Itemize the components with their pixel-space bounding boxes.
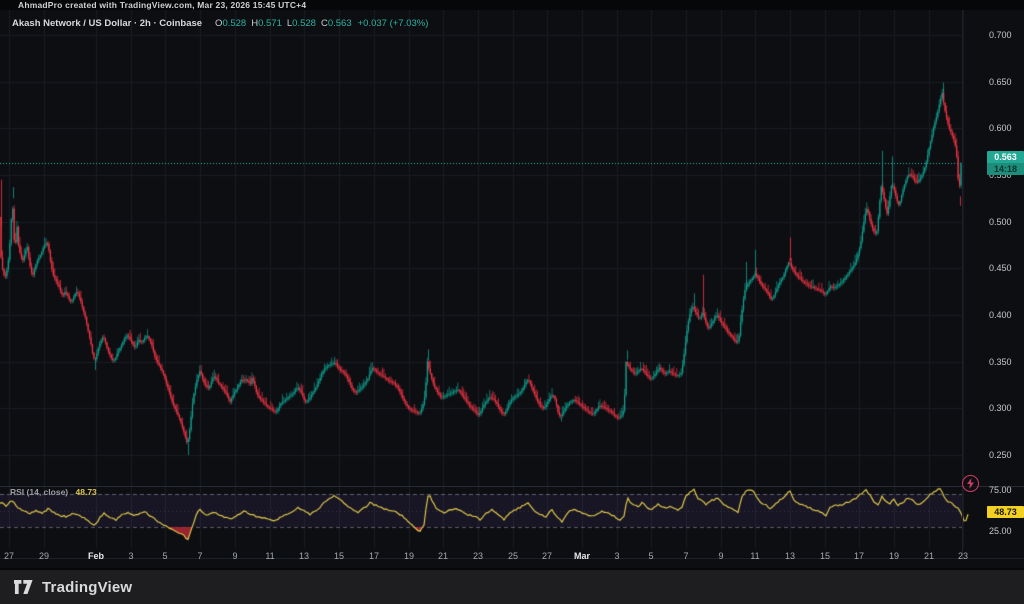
time-axis-label: 11: [740, 551, 770, 561]
chart-canvas[interactable]: [0, 10, 1024, 568]
rsi-current-value: 48.73: [76, 487, 97, 497]
chart-area[interactable]: Akash Network / US Dollar · 2h · Coinbas…: [0, 10, 1024, 568]
rsi-legend: RSI (14, close) 48.73: [10, 487, 97, 497]
price-axis-border: [962, 10, 963, 558]
price-axis-label: 0.400: [989, 310, 1012, 320]
time-axis-label: Feb: [81, 551, 111, 561]
time-axis-label: 15: [810, 551, 840, 561]
time-axis-label: 5: [150, 551, 180, 561]
lightning-icon: [966, 478, 975, 489]
time-axis-label: 9: [220, 551, 250, 561]
time-axis-label: 17: [844, 551, 874, 561]
pane-separator[interactable]: [0, 486, 1024, 487]
current-price-value: 0.563: [987, 151, 1024, 163]
price-axis-label: 0.600: [989, 123, 1012, 133]
time-axis-label: 25: [498, 551, 528, 561]
time-axis-label: 15: [324, 551, 354, 561]
time-axis-label: 27: [532, 551, 562, 561]
price-axis-label: 0.350: [989, 357, 1012, 367]
time-axis-label: 13: [289, 551, 319, 561]
price-axis-label: 0.500: [989, 217, 1012, 227]
change-value: +0.037 (+7.03%): [358, 18, 429, 29]
tradingview-logo-text[interactable]: TradingView: [42, 579, 132, 596]
tradingview-chart-window: AhmadPro created with TradingView.com, M…: [0, 0, 1024, 604]
attribution-label: AhmadPro created with TradingView.com, M…: [18, 0, 306, 10]
high-value: 0.571: [258, 18, 282, 29]
close-value: 0.563: [328, 18, 352, 29]
time-axis-label: 29: [29, 551, 59, 561]
time-axis-label: 5: [636, 551, 666, 561]
rsi-params: (14, close): [27, 487, 69, 497]
rsi-value-label: 48.73: [987, 506, 1024, 518]
attribution-text: AhmadPro created with TradingView.com, M…: [0, 0, 1024, 10]
rsi-axis-label: 75.00: [989, 485, 1012, 495]
time-axis-label: Mar: [567, 551, 597, 561]
footer-bar: TradingView: [0, 570, 1024, 604]
time-axis-label: 7: [671, 551, 701, 561]
time-axis-label: 21: [428, 551, 458, 561]
time-axis-label: 21: [914, 551, 944, 561]
low-value: 0.528: [292, 18, 316, 29]
price-axis-label: 0.450: [989, 263, 1012, 273]
time-axis-label: 17: [359, 551, 389, 561]
time-axis-label: 19: [394, 551, 424, 561]
price-axis-label: 0.300: [989, 403, 1012, 413]
time-axis-label: 9: [706, 551, 736, 561]
tradingview-logo-icon[interactable]: [14, 580, 35, 595]
price-axis-label: 0.700: [989, 30, 1012, 40]
quick-action-button[interactable]: [962, 475, 979, 492]
close-label: C: [321, 18, 328, 29]
symbol-legend: Akash Network / US Dollar · 2h · Coinbas…: [12, 18, 428, 29]
rsi-axis-label: 25.00: [989, 526, 1012, 536]
symbol-title[interactable]: Akash Network / US Dollar · 2h · Coinbas…: [12, 18, 202, 29]
time-axis-label: 23: [463, 551, 493, 561]
time-axis-label: 27: [0, 551, 24, 561]
rsi-title[interactable]: RSI: [10, 487, 24, 497]
time-axis-label: 11: [255, 551, 285, 561]
time-axis-label: 13: [775, 551, 805, 561]
open-value: 0.528: [222, 18, 246, 29]
time-axis-label: 3: [602, 551, 632, 561]
time-axis-label: 3: [116, 551, 146, 561]
price-axis-label: 0.650: [989, 77, 1012, 87]
price-axis-label: 0.250: [989, 450, 1012, 460]
time-axis-label: 7: [185, 551, 215, 561]
bar-countdown: 14:18: [987, 163, 1024, 175]
time-axis-label: 23: [948, 551, 978, 561]
time-axis-label: 19: [879, 551, 909, 561]
current-price-label: 0.563 14:18: [987, 151, 1024, 175]
